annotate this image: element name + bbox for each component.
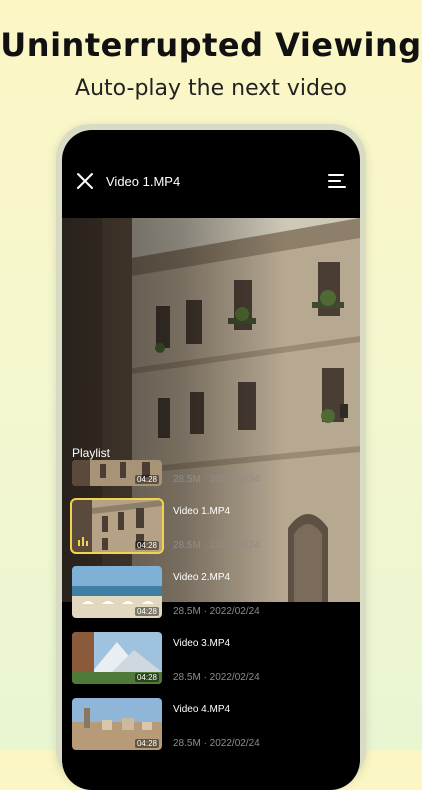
subheadline: Auto-play the next video [75, 76, 347, 101]
playlist-heading: Playlist [72, 446, 111, 460]
now-playing-icon [78, 537, 88, 546]
video-meta: 28.5M · 2022/02/24 [173, 738, 260, 749]
video-name: Video 4.MP4 [173, 704, 231, 715]
playlist-item[interactable]: 04:28 Video 2.MP4 28.5M · 2022/02/24 [62, 562, 360, 628]
thumbnail-beach: 04:28 [72, 566, 162, 618]
thumbnail-mountains: 04:28 [72, 632, 162, 684]
thumbnail-building: 04:28 [72, 460, 162, 486]
video-meta: 28.5M · 2022/02/24 [173, 672, 260, 683]
video-name: Video 2.MP4 [173, 572, 231, 583]
playlist-item[interactable]: 04:28 Video 4.MP4 28.5M · 2022/02/24 [62, 694, 360, 760]
phone-screen: Video 1.MP4 Playlist 04:28 28.5M · 2022/… [62, 130, 360, 790]
duration-badge: 04:28 [134, 673, 159, 682]
close-button[interactable] [74, 170, 96, 192]
playlist-item-active[interactable]: 04:28 Video 1.MP4 28.5M · 2022/02/24 [62, 496, 360, 562]
video-name: Video 3.MP4 [173, 638, 231, 649]
video-title: Video 1.MP4 [106, 174, 181, 189]
duration-badge: 04:28 [134, 739, 159, 748]
playlist-menu-icon [328, 174, 346, 188]
thumbnail-town: 04:28 [72, 698, 162, 750]
duration-badge: 04:28 [134, 475, 159, 484]
playlist-panel: Playlist 04:28 28.5M · 2022/02/24 04:28 … [62, 440, 360, 790]
video-meta: 28.5M · 2022/02/24 [173, 606, 260, 617]
duration-badge: 04:28 [134, 607, 159, 616]
video-meta: 28.5M · 2022/02/24 [173, 474, 260, 485]
close-icon [77, 173, 93, 189]
duration-badge: 04:28 [134, 541, 159, 550]
headline: Uninterrupted Viewing [0, 26, 422, 64]
player-topbar: Video 1.MP4 [62, 130, 360, 218]
video-meta: 28.5M · 2022/02/24 [173, 540, 260, 551]
playlist-menu-button[interactable] [326, 170, 348, 192]
thumbnail-building: 04:28 [70, 498, 164, 554]
playlist-item[interactable]: 04:28 Video 3.MP4 28.5M · 2022/02/24 [62, 628, 360, 694]
video-name: Video 1.MP4 [173, 506, 231, 517]
